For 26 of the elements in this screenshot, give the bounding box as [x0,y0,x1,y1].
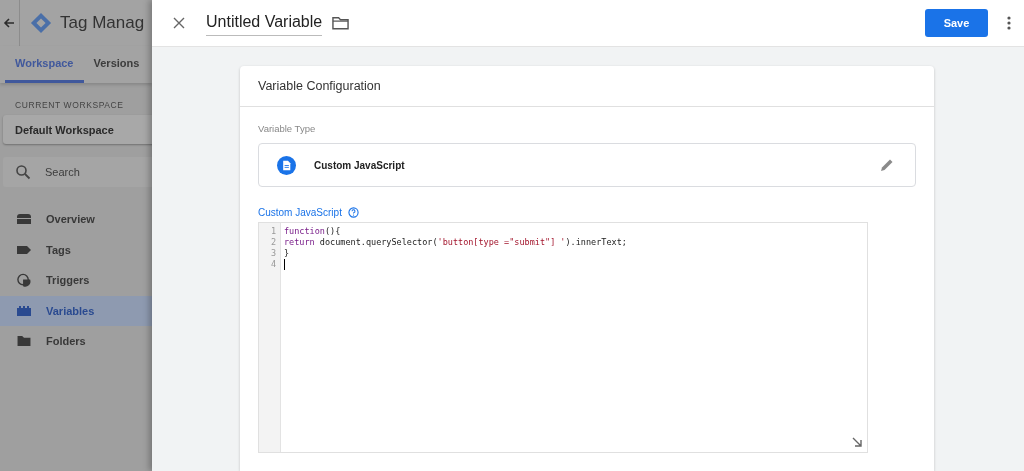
line-number: 3 [270,248,276,259]
variable-type-box[interactable]: Custom JavaScript [258,143,916,187]
workspace-selector[interactable]: Default Workspace [3,115,152,144]
line-number: 4 [270,259,276,270]
section-heading: CURRENT WORKSPACE [15,100,125,110]
nav-item[interactable]: Variables [0,295,152,326]
variable-type-name: Custom JavaScript [314,159,405,171]
card-title: Variable Configuration [258,79,381,93]
save-button[interactable]: Save [925,9,988,37]
code-line: function(){ [284,226,341,237]
field-label: Variable Type [258,123,316,134]
line-number: 2 [270,237,276,248]
tab[interactable]: Workspace [5,46,84,83]
nav-item[interactable]: Folders [0,326,152,357]
variable-name-field[interactable]: Untitled Variable [206,10,323,36]
code-editor[interactable]: 1 2 3 4 function(){ return document.querySelector('button[type ="submit"] ').innerText; } [258,222,868,453]
code-line: return document.querySelector('button[type ="submit"] ').innerText; [284,237,627,248]
nav-item[interactable]: Tags [0,234,152,265]
nav-item[interactable]: Triggers [0,265,152,296]
search-field[interactable]: Search [3,157,152,187]
field-label: Custom JavaScript [258,207,342,218]
tab[interactable]: Versions [83,46,150,83]
app-title: Tag Manag [60,13,145,33]
code-line: } [284,248,290,259]
line-number: 1 [270,226,276,237]
nav-item[interactable]: Overview [0,204,152,235]
